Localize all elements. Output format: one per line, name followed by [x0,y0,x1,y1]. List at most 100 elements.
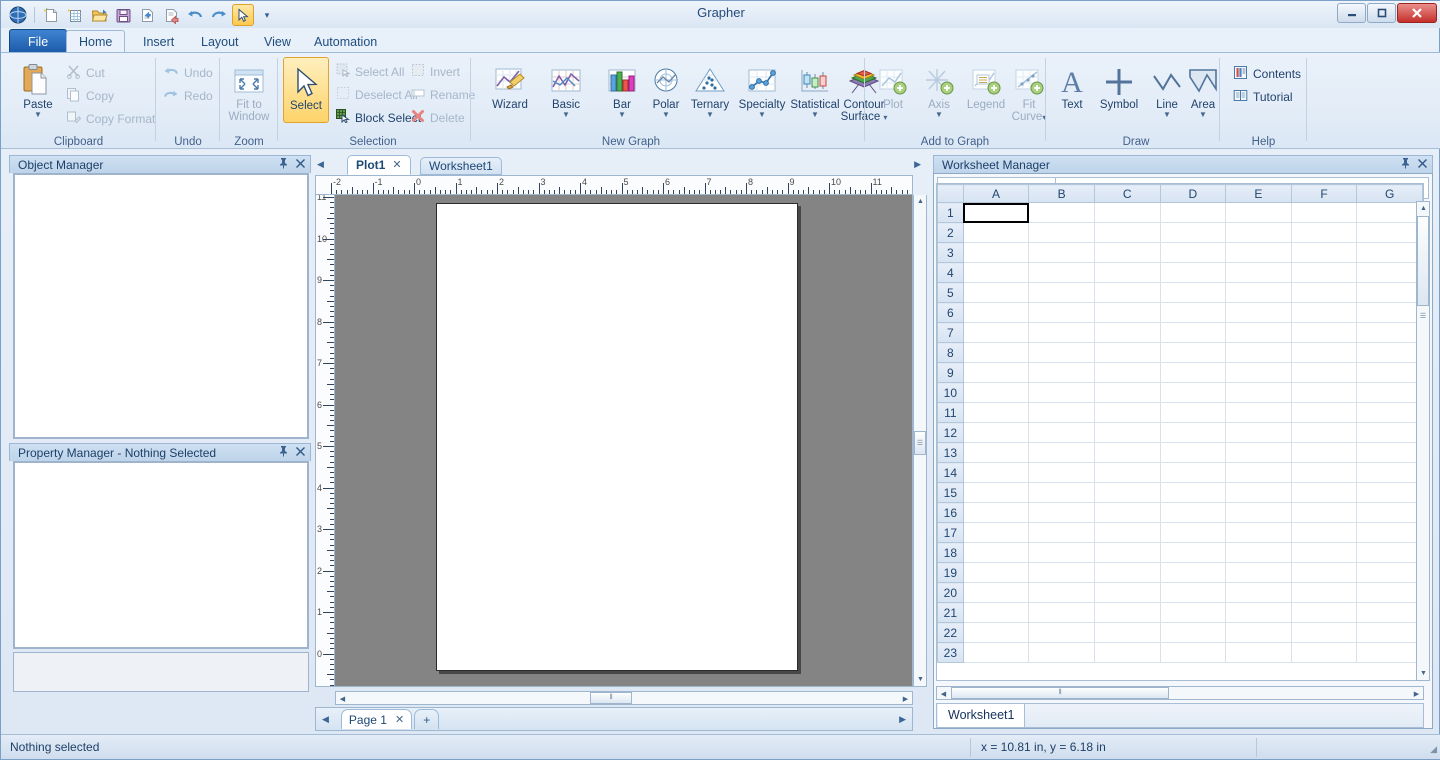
sheet-cell-G5[interactable] [1356,282,1423,303]
sheet-cell-B13[interactable] [1028,442,1095,463]
plot-canvas[interactable] [335,195,913,687]
table-row[interactable]: 6 [937,302,1423,323]
sheet-cell-B4[interactable] [1028,262,1095,283]
sheet-cell-E17[interactable] [1225,522,1292,543]
sheet-cell-D3[interactable] [1159,242,1227,263]
sheet-cell-D9[interactable] [1159,362,1227,383]
sheet-cell-D11[interactable] [1159,402,1227,423]
ribbon-tab-home[interactable]: Home [66,30,126,53]
scroll-up-icon[interactable]: ▲ [1417,202,1430,215]
sheet-cell-F3[interactable] [1290,242,1358,263]
sheet-cell-F9[interactable] [1290,362,1358,383]
sheet-cell-G13[interactable] [1356,442,1423,463]
sheet-cell-G18[interactable] [1356,542,1423,563]
symbol-button[interactable]: Symbol [1092,59,1146,111]
sheet-cell-B2[interactable] [1028,222,1095,243]
sheet-cell-D19[interactable] [1159,562,1227,583]
sheet-cell-C18[interactable] [1093,542,1161,563]
sheet-cell-E20[interactable] [1225,582,1292,603]
sheet-cell-E16[interactable] [1225,502,1292,523]
line-button[interactable]: Line ▼ [1148,59,1186,119]
close-icon[interactable] [295,158,306,172]
sheet-cell-G10[interactable] [1356,382,1423,403]
sheet-cell-F14[interactable] [1290,462,1358,483]
sheet-cell-E10[interactable] [1225,382,1292,403]
add-axis-dropdown-arrow[interactable]: ▼ [917,111,961,119]
sheet-cell-G16[interactable] [1356,502,1423,523]
vertical-ruler[interactable]: 11109876543210-1 [315,195,335,687]
sheet-cell-C1[interactable] [1093,202,1161,223]
sheet-cell-F2[interactable] [1290,222,1358,243]
sheet-cell-B15[interactable] [1028,482,1095,503]
sheet-cell-G15[interactable] [1356,482,1423,503]
sheet-cell-B20[interactable] [1028,582,1095,603]
table-row[interactable]: 5 [937,282,1423,303]
sheet-cell-D2[interactable] [1159,222,1227,243]
sheet-cell-E12[interactable] [1225,422,1292,443]
sheet-col-header-E[interactable]: E [1225,184,1292,203]
table-row[interactable]: 10 [937,382,1423,403]
table-row[interactable]: 20 [937,582,1423,603]
sheet-cell-F18[interactable] [1290,542,1358,563]
sheet-cell-B22[interactable] [1028,622,1095,643]
table-row[interactable]: 3 [937,242,1423,263]
sheet-cell-B16[interactable] [1028,502,1095,523]
sheet-cell-B1[interactable] [1028,202,1095,223]
close-button[interactable] [1397,3,1437,23]
sheet-cell-B5[interactable] [1028,282,1095,303]
sheet-cell-A2[interactable] [962,222,1030,243]
sheet-row-header-3[interactable]: 3 [937,242,964,263]
page-tab-page1[interactable]: Page 1 ✕ [340,709,413,729]
area-dropdown-arrow[interactable]: ▼ [1184,111,1222,119]
sheet-cell-C15[interactable] [1093,482,1161,503]
contents-button[interactable]: Contents [1230,63,1304,84]
sheet-cell-C7[interactable] [1093,322,1161,343]
sheet-tab-worksheet1[interactable]: Worksheet1 [938,704,1026,727]
sheet-row-header-22[interactable]: 22 [937,622,964,643]
text-button[interactable]: A Text [1052,59,1092,111]
sheet-cell-A11[interactable] [962,402,1030,423]
sheet-cell-F4[interactable] [1290,262,1358,283]
table-row[interactable]: 9 [937,362,1423,383]
sheet-cell-G6[interactable] [1356,302,1423,323]
sheet-cell-A5[interactable] [962,282,1030,303]
sheet-cell-A1[interactable] [962,202,1030,223]
sheet-cell-B10[interactable] [1028,382,1095,403]
doc-tab-scroll-left-icon[interactable]: ◀ [317,159,324,170]
sheet-cell-D20[interactable] [1159,582,1227,603]
sheet-cell-G19[interactable] [1356,562,1423,583]
sheet-cell-D10[interactable] [1159,382,1227,403]
sheet-row-header-21[interactable]: 21 [937,602,964,623]
sheet-col-header-G[interactable]: G [1356,184,1423,203]
sheet-cell-G9[interactable] [1356,362,1423,383]
sheet-row-header-6[interactable]: 6 [937,302,964,323]
table-row[interactable]: 19 [937,562,1423,583]
sheet-cell-F10[interactable] [1290,382,1358,403]
sheet-row-header-12[interactable]: 12 [937,422,964,443]
sheet-cell-D22[interactable] [1159,622,1227,643]
pin-icon[interactable] [278,157,289,172]
sheet-cell-A22[interactable] [962,622,1030,643]
sheet-cell-F8[interactable] [1290,342,1358,363]
table-row[interactable]: 7 [937,322,1423,343]
sheet-cell-G14[interactable] [1356,462,1423,483]
table-row[interactable]: 11 [937,402,1423,423]
worksheet-grid[interactable]: A B C D E F G 1 2 3 4 5 6 7 8 9 10 11 12 13 14 15 16 17 18 19 20 21… [936,183,1424,681]
ribbon-tab-file[interactable]: File [9,29,68,53]
sheet-cell-F7[interactable] [1290,322,1358,343]
sheet-cell-E1[interactable] [1225,202,1292,223]
sheet-cell-B17[interactable] [1028,522,1095,543]
sheet-cell-A9[interactable] [962,362,1030,383]
sheet-cell-C3[interactable] [1093,242,1161,263]
sheet-cell-G17[interactable] [1356,522,1423,543]
sheet-cell-C19[interactable] [1093,562,1161,583]
maximize-button[interactable] [1367,3,1396,23]
sheet-cell-B18[interactable] [1028,542,1095,563]
sheet-cell-B8[interactable] [1028,342,1095,363]
sheet-cell-G22[interactable] [1356,622,1423,643]
table-row[interactable]: 21 [937,602,1423,623]
sheet-cell-D16[interactable] [1159,502,1227,523]
worksheet-hscroll-thumb[interactable]: ⦀ [951,687,1169,699]
ribbon-tab-layout[interactable]: Layout [188,30,252,53]
sheet-cell-C4[interactable] [1093,262,1161,283]
